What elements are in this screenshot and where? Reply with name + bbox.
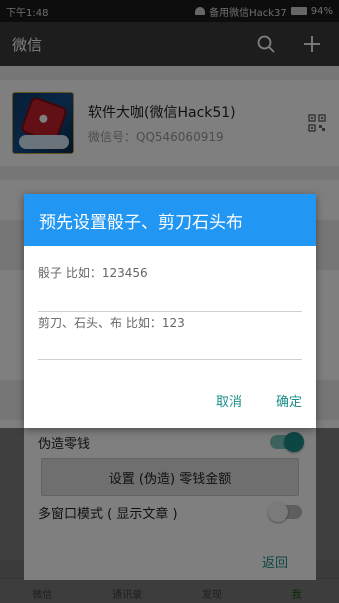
rps-placeholder: 剪刀、石头、布 比如：123 — [38, 316, 185, 330]
ok-button[interactable]: 确定 — [276, 391, 302, 410]
dice-placeholder: 骰子 比如：123456 — [38, 266, 148, 280]
options-dim — [0, 428, 339, 603]
preset-dialog: 预先设置骰子、剪刀石头布 骰子 比如：123456 剪刀、石头、布 比如：123… — [24, 194, 316, 428]
rps-input[interactable]: 剪刀、石头、布 比如：123 — [38, 314, 302, 360]
dialog-actions: 取消 确定 — [216, 372, 316, 428]
dialog-title: 预先设置骰子、剪刀石头布 — [24, 194, 316, 246]
dice-input[interactable]: 骰子 比如：123456 — [38, 264, 302, 312]
cancel-button[interactable]: 取消 — [216, 391, 242, 410]
